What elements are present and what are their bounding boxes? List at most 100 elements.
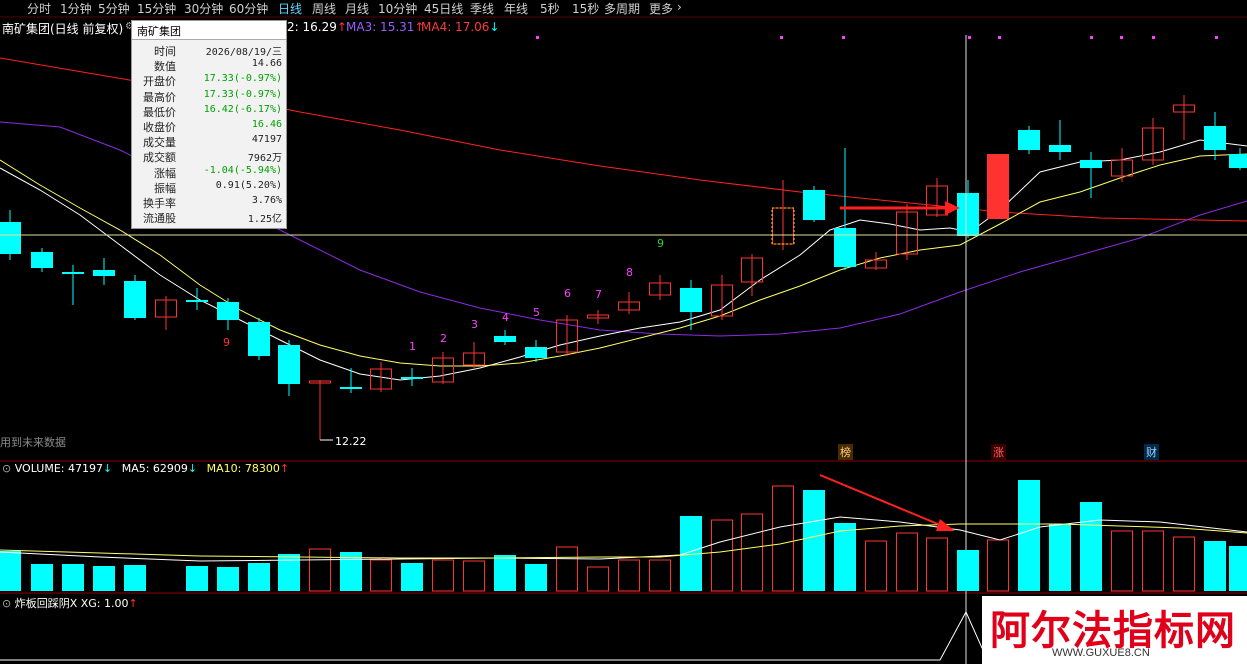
tooltip-value: 3.76% [251, 195, 282, 206]
volume-bar [1204, 541, 1226, 591]
tag-bang[interactable]: 榜 [838, 444, 853, 460]
signal-dot [1215, 36, 1218, 39]
candle-body [525, 347, 547, 358]
tooltip-value: 7962万 [247, 153, 282, 165]
nine-count-number: 5 [533, 306, 540, 319]
signal-dot [1152, 36, 1155, 39]
candle-body [186, 300, 208, 302]
tooltip-key: 流通股 [143, 212, 176, 226]
collapse-icon[interactable]: ⊙ [2, 462, 11, 475]
nine-count-number: 7 [595, 288, 602, 301]
volume-bar [865, 540, 887, 592]
candle-body [803, 190, 825, 220]
signal-dot [536, 36, 539, 39]
volume-bar [525, 564, 547, 591]
nine-count-number: 6 [564, 287, 571, 300]
candle-body [217, 302, 239, 320]
tooltip-key: 最低价 [143, 105, 176, 119]
volume-bar [741, 513, 763, 592]
candle-body [1049, 145, 1071, 152]
tooltip-value: 1.25亿 [247, 214, 282, 226]
candle-body [680, 288, 702, 312]
candle-body [987, 154, 1009, 219]
tooltip-key: 涨幅 [154, 166, 176, 180]
tooltip-row: 成交额 7962万 [132, 149, 286, 164]
tooltip-title: 南矿集团 [137, 25, 181, 38]
tooltip-row: 涨幅 -1.04(-5.94%) [132, 165, 286, 180]
tooltip-row: 收盘价 16.46 [132, 119, 286, 134]
candle-body [1204, 126, 1226, 150]
volume-bar [587, 566, 609, 592]
volume-bar [217, 567, 239, 591]
volume-bar [370, 559, 392, 592]
volume-bar [803, 490, 825, 591]
tooltip-value: 16.42(-6.17%) [203, 103, 282, 115]
tooltip-key: 成交量 [143, 136, 176, 150]
candle-body [124, 281, 146, 318]
tooltip-key: 开盘价 [143, 75, 176, 89]
nine-count-number: 3 [471, 318, 478, 331]
tag-zhang[interactable]: 涨 [991, 444, 1006, 460]
future-data-note: 用到未来数据 [0, 436, 66, 449]
candle-body [957, 193, 979, 236]
arrow-line [819, 474, 946, 528]
volume-bar [556, 546, 578, 592]
candle-body [494, 336, 516, 342]
volume-bar [124, 565, 146, 591]
volume-bar [186, 566, 208, 591]
tooltip-key: 数值 [154, 60, 176, 74]
volume-bar [957, 550, 979, 591]
signal-dot [998, 36, 1001, 39]
indicator-header: ⊙ 炸板回踩阴X XG: 1.00↑ [2, 597, 138, 610]
tooltip-value: 47197 [251, 134, 282, 146]
volume-bar [0, 551, 21, 591]
candle-body [834, 228, 856, 267]
tooltip-row: 最高价 17.33(-0.97%) [132, 89, 286, 104]
tooltip-key: 收盘价 [143, 121, 176, 134]
tag-cai[interactable]: 财 [1144, 444, 1159, 460]
volume-bar [401, 563, 423, 591]
signal-dot [842, 36, 845, 39]
candle-body [248, 322, 270, 356]
volume-bar [248, 563, 270, 591]
tooltip-row: 换手率 3.76% [132, 195, 286, 210]
tooltip-row: 流通股 1.25亿 [132, 210, 286, 225]
volume-bar [772, 485, 794, 592]
volume-bar [1049, 524, 1071, 591]
volume-bar [494, 555, 516, 591]
volume-bar [62, 564, 84, 591]
volume-bar [1142, 530, 1164, 592]
volume-bar [309, 548, 331, 592]
tooltip-value: -1.04(-5.94%) [203, 164, 282, 176]
tooltip-value: 0.91(5.20%) [215, 179, 282, 191]
tooltip-row: 最低价 16.42(-6.17%) [132, 104, 286, 119]
tooltip-key: 换手率 [143, 197, 176, 210]
signal-dot [1090, 36, 1093, 39]
candle-body [1018, 130, 1040, 150]
volume-bar [1229, 546, 1247, 591]
volume-bar [463, 560, 485, 592]
tooltip-key: 时间 [154, 45, 176, 58]
nine-count-number: 9 [657, 237, 664, 250]
tooltip-key: 最高价 [143, 90, 176, 104]
nine-count-number: 2 [440, 332, 447, 345]
volume-bar [1018, 480, 1040, 591]
tooltip-value: 16.46 [251, 119, 282, 130]
candle-body [93, 270, 115, 276]
volume-bar [926, 537, 948, 592]
signal-dot [1120, 36, 1123, 39]
tooltip-key: 振幅 [154, 181, 176, 195]
volume-bar [31, 564, 53, 591]
collapse-icon[interactable]: ⊙ [2, 597, 11, 610]
tooltip-value: 14.66 [251, 58, 282, 70]
volume-header: ⊙ VOLUME: 47197↓ MA5: 62909↓ MA10: 78300… [2, 462, 290, 475]
watermark-logo: 阿尔法指标网 WWW.GUXUE8.CN [982, 596, 1247, 664]
nine-count-number: 4 [502, 311, 509, 324]
volume-bar [432, 559, 454, 592]
tooltip-row: 振幅 0.91(5.20%) [132, 180, 286, 195]
volume-bar [618, 559, 640, 592]
low-price-label: 12.22 [335, 435, 367, 448]
volume-bar [987, 539, 1009, 592]
volume-bar [834, 523, 856, 591]
volume-bar [1080, 502, 1102, 591]
